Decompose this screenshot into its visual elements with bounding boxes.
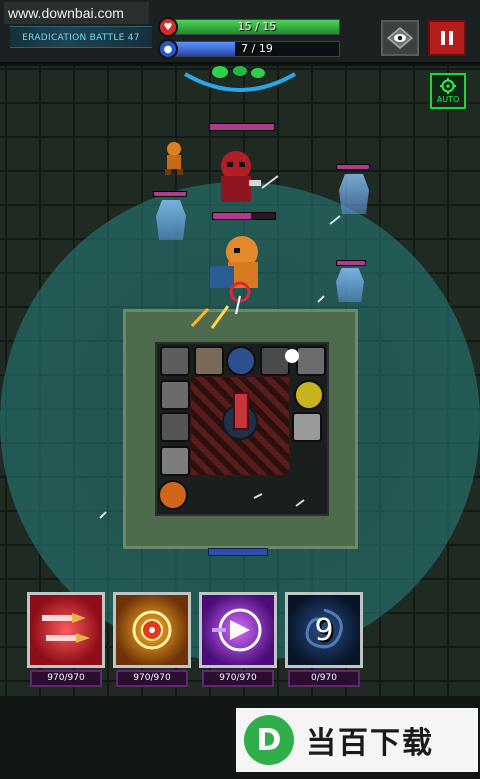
ad-banner[interactable]: D 当百下载: [236, 708, 478, 772]
skill-slot-3[interactable]: 970/970: [199, 592, 277, 690]
skill-4-cooldown: 9: [314, 612, 334, 648]
skill-4-tile[interactable]: 9: [285, 592, 363, 668]
top-hud: www.downbai.com ERADICATION BATTLE 47 15…: [0, 0, 480, 64]
battle-title: ERADICATION BATTLE 47: [10, 26, 152, 48]
view-toggle-button[interactable]: [381, 20, 419, 56]
target-burst-icon: [132, 610, 172, 650]
health-text: 15 / 15: [237, 20, 277, 33]
skill-4-energy: 0/970: [288, 670, 360, 687]
skill-3-energy: 970/970: [202, 670, 274, 687]
pause-icon: [441, 31, 453, 45]
mana-text: 7 / 19: [241, 42, 273, 55]
skill-3-tile[interactable]: [199, 592, 277, 668]
skill-1-tile[interactable]: [27, 592, 105, 668]
heart-icon: ♥: [158, 17, 178, 37]
arrow-dash-icon: [212, 608, 262, 652]
skill-slot-2[interactable]: 970/970: [113, 592, 191, 690]
watermark-text: www.downbai.com: [4, 2, 149, 24]
mana-orb-icon: ●: [158, 39, 178, 59]
skill-slot-4[interactable]: 9 0/970: [285, 592, 363, 690]
health-bar: 15 / 15 ♥: [158, 17, 340, 37]
ad-text: 当百下载: [306, 726, 434, 761]
supply-drone: [208, 548, 268, 556]
skill-slot-1[interactable]: 970/970: [27, 592, 105, 690]
ad-logo: D: [244, 715, 294, 765]
eye-icon: [387, 27, 413, 49]
health-track: 15 / 15: [174, 19, 340, 35]
battle-arena: AUTO 970/970 970/970 970/970 9 0/970: [0, 66, 480, 696]
skill-1-energy: 970/970: [30, 670, 102, 687]
bullet-icon: [42, 613, 90, 643]
mana-bar: 7 / 19 ●: [158, 39, 340, 59]
pause-button[interactable]: [428, 20, 466, 56]
mana-track: 7 / 19: [174, 41, 340, 57]
skill-2-tile[interactable]: [113, 592, 191, 668]
skill-2-energy: 970/970: [116, 670, 188, 687]
